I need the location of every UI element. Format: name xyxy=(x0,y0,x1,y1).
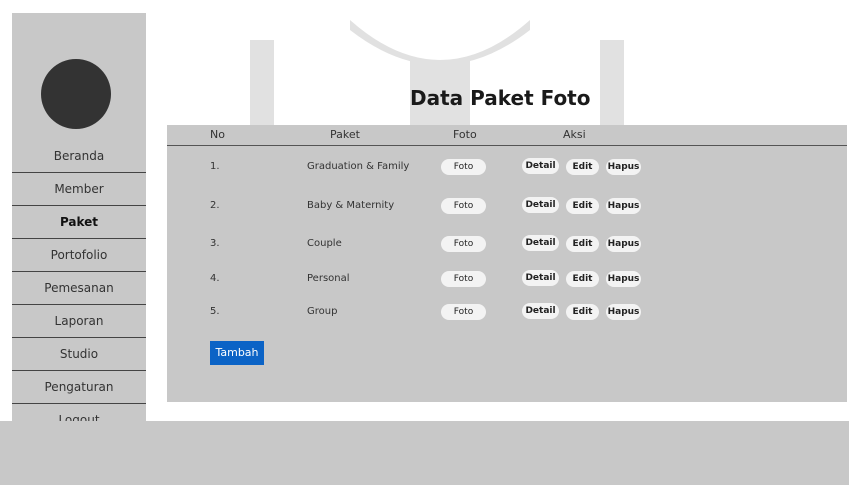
detail-button[interactable]: Detail xyxy=(522,270,559,286)
row-paket: Baby & Maternity xyxy=(307,200,395,211)
sidebar-item-studio[interactable]: Studio xyxy=(12,338,146,371)
sidebar-nav: Beranda Member Paket Portofolio Pemesana… xyxy=(12,140,146,437)
foto-button[interactable]: Foto xyxy=(441,236,486,252)
sidebar-item-pengaturan[interactable]: Pengaturan xyxy=(12,371,146,404)
sidebar-item-portofolio[interactable]: Portofolio xyxy=(12,239,146,272)
sidebar-item-paket[interactable]: Paket xyxy=(12,206,146,239)
hapus-button[interactable]: Hapus xyxy=(606,159,641,175)
edit-button[interactable]: Edit xyxy=(566,236,599,252)
detail-button[interactable]: Detail xyxy=(522,158,559,174)
edit-button[interactable]: Edit xyxy=(566,159,599,175)
header-aksi: Aksi xyxy=(563,128,586,141)
row-paket: Graduation & Family xyxy=(307,161,410,172)
paket-table-panel: No Paket Foto Aksi 1. Graduation & Famil… xyxy=(167,125,847,402)
hapus-button[interactable]: Hapus xyxy=(606,271,641,287)
foto-button[interactable]: Foto xyxy=(441,304,486,320)
detail-button[interactable]: Detail xyxy=(522,197,559,213)
table-row: 5. Group Foto Detail Edit Hapus xyxy=(167,302,847,326)
row-no: 2. xyxy=(210,200,220,211)
row-paket: Personal xyxy=(307,273,350,284)
foto-button[interactable]: Foto xyxy=(441,159,486,175)
header-no: No xyxy=(210,128,225,141)
detail-button[interactable]: Detail xyxy=(522,303,559,319)
detail-button[interactable]: Detail xyxy=(522,235,559,251)
edit-button[interactable]: Edit xyxy=(566,271,599,287)
foto-button[interactable]: Foto xyxy=(441,271,486,287)
row-no: 4. xyxy=(210,273,220,284)
table-row: 3. Couple Foto Detail Edit Hapus xyxy=(167,234,847,258)
sidebar-item-laporan[interactable]: Laporan xyxy=(12,305,146,338)
foto-button[interactable]: Foto xyxy=(441,198,486,214)
row-paket: Couple xyxy=(307,238,342,249)
table-row: 4. Personal Foto Detail Edit Hapus xyxy=(167,269,847,293)
table-header: No Paket Foto Aksi xyxy=(167,125,847,146)
row-no: 1. xyxy=(210,161,220,172)
hapus-button[interactable]: Hapus xyxy=(606,198,641,214)
row-no: 5. xyxy=(210,306,220,317)
avatar[interactable] xyxy=(41,59,111,129)
hapus-button[interactable]: Hapus xyxy=(606,236,641,252)
table-row: 1. Graduation & Family Foto Detail Edit … xyxy=(167,157,847,181)
edit-button[interactable]: Edit xyxy=(566,198,599,214)
sidebar-item-beranda[interactable]: Beranda xyxy=(12,140,146,173)
tambah-button[interactable]: Tambah xyxy=(210,341,264,365)
edit-button[interactable]: Edit xyxy=(566,304,599,320)
header-foto: Foto xyxy=(453,128,477,141)
row-no: 3. xyxy=(210,238,220,249)
hapus-button[interactable]: Hapus xyxy=(606,304,641,320)
sidebar-item-member[interactable]: Member xyxy=(12,173,146,206)
sidebar: Beranda Member Paket Portofolio Pemesana… xyxy=(12,13,146,437)
footer-bar xyxy=(0,421,849,485)
sidebar-item-pemesanan[interactable]: Pemesanan xyxy=(12,272,146,305)
row-paket: Group xyxy=(307,306,338,317)
table-row: 2. Baby & Maternity Foto Detail Edit Hap… xyxy=(167,196,847,220)
header-paket: Paket xyxy=(330,128,360,141)
page-title: Data Paket Foto xyxy=(410,86,591,110)
